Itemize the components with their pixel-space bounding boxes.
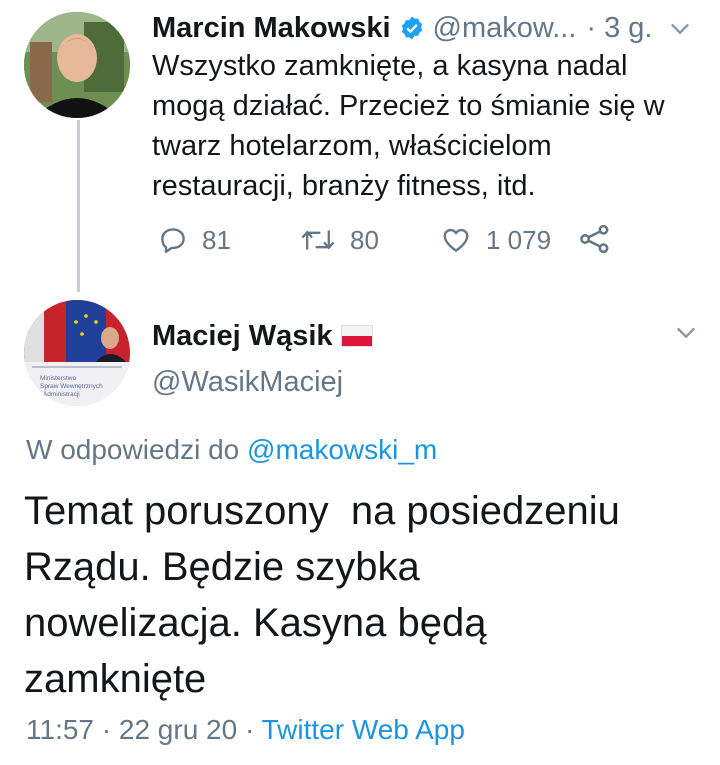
parent-tweet-header: Marcin Makowski @makow... · 3 g.: [152, 8, 712, 48]
text-line: nowelizacja. Kasyna będą: [24, 601, 487, 645]
heart-icon: [443, 228, 469, 252]
tweet-source-link[interactable]: Twitter Web App: [262, 714, 465, 745]
retweet-icon: [301, 230, 335, 250]
verified-badge-icon: [399, 15, 425, 41]
main-avatar-photo: Ministerstwo Spraw Wewnętrznych i Admini…: [24, 300, 130, 406]
reply-button[interactable]: 81: [158, 220, 231, 260]
tweet-timestamp[interactable]: 11:57 · 22 gru 20 ·: [26, 714, 254, 745]
parent-tweet-time[interactable]: · 3 g.: [586, 12, 652, 45]
text-line: mogą działać. Przecież to śmianie się w: [152, 90, 665, 122]
parent-author-avatar[interactable]: [24, 12, 130, 118]
thread-connector-line: [77, 120, 80, 292]
parent-author-handle[interactable]: @makow...: [433, 12, 577, 45]
share-icon: [580, 224, 609, 254]
like-button[interactable]: 1 079: [440, 220, 551, 260]
main-author-avatar[interactable]: Ministerstwo Spraw Wewnętrznych i Admini…: [24, 300, 130, 406]
main-more-chevron-icon[interactable]: [672, 318, 700, 351]
svg-text:Ministerstwo: Ministerstwo: [40, 375, 77, 382]
main-tweet-text: Temat poruszony na posiedzeniu Rządu. Bę…: [24, 483, 714, 707]
text-line: twarz hotelarzom, właścicielom: [152, 130, 552, 162]
main-author-handle[interactable]: @WasikMaciej: [152, 366, 343, 399]
parent-more-chevron-icon[interactable]: [666, 14, 694, 47]
svg-text:Spraw Wewnętrznych: Spraw Wewnętrznych: [40, 383, 103, 390]
share-button[interactable]: [578, 222, 612, 261]
reply-icon: [161, 228, 185, 253]
parent-avatar-photo: [24, 12, 130, 118]
main-author-name[interactable]: Maciej Wąsik: [152, 320, 333, 353]
poland-flag-icon: [340, 325, 373, 347]
parent-author-name[interactable]: Marcin Makowski: [152, 12, 391, 45]
text-line: Wszystko zamknięte, a kasyna nadal: [152, 50, 628, 82]
text-line: restauracji, branży fitness, itd.: [152, 170, 536, 202]
retweet-button[interactable]: 80: [300, 220, 379, 260]
tweet-meta: 11:57 · 22 gru 20 · Twitter Web App: [26, 714, 465, 746]
reply-count: 81: [202, 224, 231, 255]
reply-context: W odpowiedzi do @makowski_m: [26, 434, 437, 466]
text-line: Rządu. Będzie szybka: [24, 545, 420, 589]
parent-tweet-text: Wszystko zamknięte, a kasyna nadal mogą …: [152, 46, 712, 206]
svg-text:i Administracji: i Administracji: [40, 391, 80, 398]
retweet-count: 80: [350, 224, 379, 255]
like-count: 1 079: [486, 224, 552, 255]
text-line: zamknięte: [24, 657, 207, 701]
reply-to-link[interactable]: @makowski_m: [247, 434, 437, 465]
main-tweet-header: Maciej Wąsik: [152, 316, 373, 356]
reply-context-label: W odpowiedzi do: [26, 434, 240, 465]
text-line: Temat poruszony na posiedzeniu: [24, 489, 620, 533]
